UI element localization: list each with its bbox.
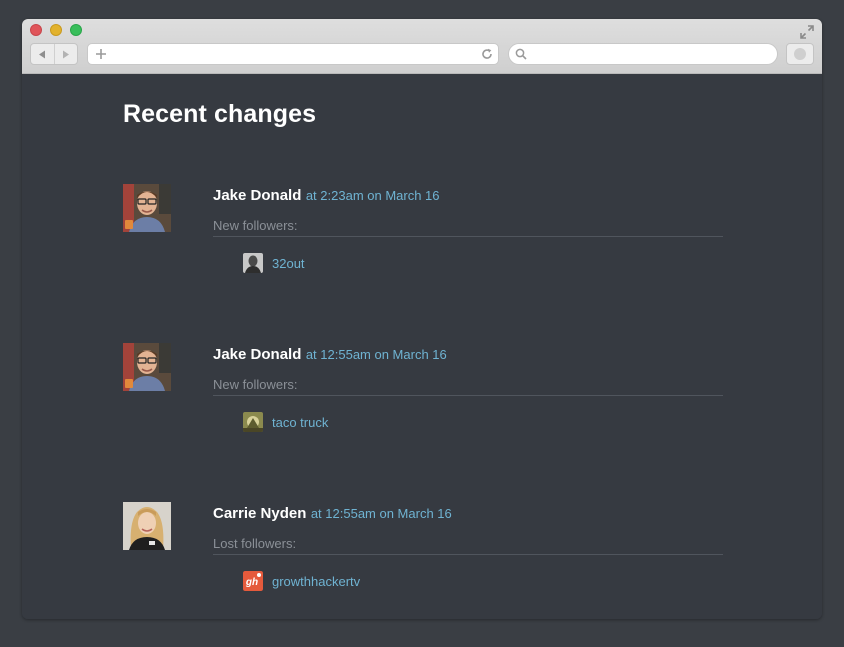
- timestamp[interactable]: at 12:55am on March 16: [311, 506, 452, 521]
- entry-headline: Jake Donald at 12:55am on March 16: [213, 346, 447, 364]
- follower-photo-icon: [243, 412, 263, 432]
- address-bar[interactable]: [87, 43, 499, 65]
- back-button[interactable]: [31, 44, 55, 64]
- divider: [213, 395, 723, 396]
- section-label: New followers:: [213, 218, 298, 233]
- divider: [213, 236, 723, 237]
- search-input[interactable]: [531, 46, 766, 62]
- extension-button[interactable]: [786, 43, 814, 65]
- plus-icon[interactable]: [95, 48, 107, 60]
- timestamp[interactable]: at 2:23am on March 16: [306, 188, 440, 203]
- section-label: Lost followers:: [213, 536, 297, 551]
- user-name[interactable]: Jake Donald: [213, 346, 301, 363]
- divider: [213, 554, 723, 555]
- change-entry: Jake Donald at 12:55am on March 16 New f…: [123, 343, 723, 453]
- section-label: New followers:: [213, 377, 298, 392]
- search-bar[interactable]: [508, 43, 778, 65]
- search-icon: [515, 48, 527, 60]
- user-name[interactable]: Jake Donald: [213, 187, 301, 204]
- entry-headline: Jake Donald at 2:23am on March 16: [213, 187, 440, 205]
- window-close-button[interactable]: [30, 24, 42, 36]
- follower-name[interactable]: 32out: [272, 256, 305, 271]
- follower-name[interactable]: taco truck: [272, 415, 328, 430]
- avatar[interactable]: [123, 184, 171, 232]
- user-name[interactable]: Carrie Nyden: [213, 505, 306, 522]
- back-arrow-icon: [39, 50, 45, 58]
- follower-avatar: [243, 253, 263, 273]
- badge-text: gh: [245, 577, 258, 588]
- window-minimize-button[interactable]: [50, 24, 62, 36]
- browser-window: Recent changes Jake Donald at 2:23am on …: [22, 19, 822, 619]
- follower-item[interactable]: gh growthhackertv: [243, 571, 360, 591]
- follower-name[interactable]: growthhackertv: [272, 574, 360, 589]
- avatar[interactable]: [123, 343, 171, 391]
- navigation-buttons: [30, 43, 78, 65]
- follower-photo-icon: [243, 253, 263, 273]
- change-entry: Jake Donald at 2:23am on March 16 New fo…: [123, 184, 723, 294]
- follower-item[interactable]: taco truck: [243, 412, 328, 432]
- fullscreen-icon[interactable]: [800, 25, 814, 39]
- follower-avatar: gh: [243, 571, 263, 591]
- browser-toolbar: [22, 19, 822, 74]
- reload-icon[interactable]: [481, 48, 493, 60]
- avatar[interactable]: [123, 502, 171, 550]
- user-photo-icon: [123, 502, 171, 550]
- page-title: Recent changes: [123, 100, 317, 128]
- follower-avatar: [243, 412, 263, 432]
- user-photo-icon: [123, 184, 171, 232]
- gh-badge-icon: gh: [243, 571, 263, 591]
- entry-headline: Carrie Nyden at 12:55am on March 16: [213, 505, 452, 523]
- forward-button[interactable]: [54, 44, 77, 64]
- address-input[interactable]: [112, 46, 472, 62]
- change-entry: Carrie Nyden at 12:55am on March 16 Lost…: [123, 502, 723, 612]
- page-content: Recent changes Jake Donald at 2:23am on …: [22, 74, 822, 619]
- forward-arrow-icon: [63, 50, 69, 58]
- window-maximize-button[interactable]: [70, 24, 82, 36]
- timestamp[interactable]: at 12:55am on March 16: [306, 347, 447, 362]
- follower-item[interactable]: 32out: [243, 253, 305, 273]
- extension-icon: [794, 48, 806, 60]
- user-photo-icon: [123, 343, 171, 391]
